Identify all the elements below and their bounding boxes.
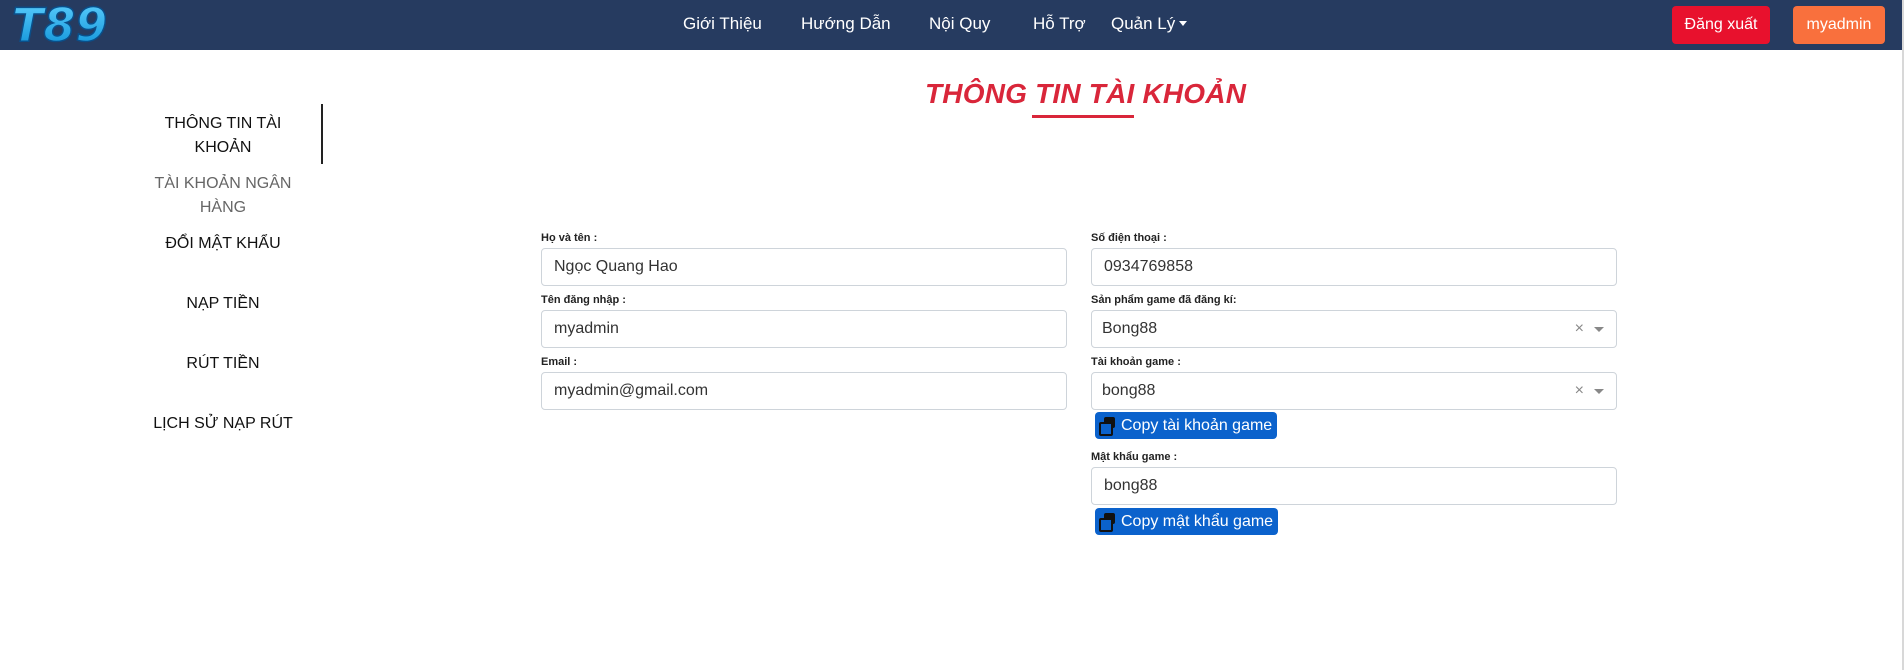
chevron-down-icon[interactable] xyxy=(1594,389,1604,394)
phone-label: Số điện thoại : xyxy=(1091,232,1167,244)
username-label: Tên đăng nhập : xyxy=(541,294,626,306)
game-account-select[interactable]: bong88 × xyxy=(1091,372,1617,410)
user-menu-button[interactable]: myadmin xyxy=(1793,6,1885,44)
title-underline xyxy=(1032,115,1134,118)
game-product-select[interactable]: Bong88 × xyxy=(1091,310,1617,348)
sidebar-active-indicator xyxy=(321,104,323,164)
copy-password-button[interactable]: Copy mật khẩu game xyxy=(1095,508,1279,535)
fullname-label: Họ và tên : xyxy=(541,232,598,244)
phone-field[interactable]: 0934769858 xyxy=(1091,248,1617,286)
email-field[interactable]: myadmin@gmail.com xyxy=(541,372,1067,410)
sidebar-item-account-info[interactable]: THÔNG TIN TÀI KHOẢN xyxy=(148,112,298,160)
top-navbar: T89 Giới Thiệu Hướng Dẫn Nội Quy Hỗ Trợ … xyxy=(0,0,1904,50)
sidebar-item-withdraw[interactable]: RÚT TIỀN xyxy=(148,352,298,376)
sidebar-item-bank-account[interactable]: TÀI KHOẢN NGÂN HÀNG xyxy=(148,172,298,220)
game-product-label: Sản phẩm game đã đăng kí: xyxy=(1091,294,1237,306)
chevron-down-icon[interactable] xyxy=(1594,327,1604,332)
game-password-field[interactable]: bong88 xyxy=(1091,467,1617,505)
nav-huong-dan[interactable]: Hướng Dẫn xyxy=(801,14,891,34)
copy-account-button[interactable]: Copy tài khoản game xyxy=(1095,412,1278,439)
nav-quan-ly-dropdown[interactable]: Quản Lý xyxy=(1111,14,1187,34)
clear-icon[interactable]: × xyxy=(1575,382,1584,400)
game-product-value: Bong88 xyxy=(1102,320,1158,337)
clear-icon[interactable]: × xyxy=(1575,320,1584,338)
email-label: Email : xyxy=(541,356,578,368)
username-field[interactable]: myadmin xyxy=(541,310,1067,348)
fullname-field[interactable]: Ngọc Quang Hao xyxy=(541,248,1067,286)
sidebar-item-change-password[interactable]: ĐỔI MẬT KHẨU xyxy=(148,232,298,256)
copy-icon xyxy=(1099,512,1117,532)
nav-ho-tro[interactable]: Hỗ Trợ xyxy=(1033,14,1086,34)
nav-gioi-thieu[interactable]: Giới Thiệu xyxy=(683,14,762,34)
logout-button[interactable]: Đăng xuất xyxy=(1672,6,1770,44)
page-title: THÔNG TIN TÀI KHOẢN xyxy=(925,78,1247,109)
copy-icon xyxy=(1099,416,1117,436)
copy-account-label: Copy tài khoản game xyxy=(1121,416,1273,434)
game-password-label: Mật khẩu game : xyxy=(1091,451,1178,463)
copy-password-label: Copy mật khẩu game xyxy=(1121,512,1274,530)
nav-noi-quy[interactable]: Nội Quy xyxy=(929,14,990,34)
sidebar-item-transaction-history[interactable]: LỊCH SỬ NẠP RÚT xyxy=(148,412,298,436)
game-account-value: bong88 xyxy=(1102,382,1156,399)
sidebar-item-deposit[interactable]: NẠP TIỀN xyxy=(148,292,298,316)
game-account-label: Tài khoản game : xyxy=(1091,356,1181,368)
